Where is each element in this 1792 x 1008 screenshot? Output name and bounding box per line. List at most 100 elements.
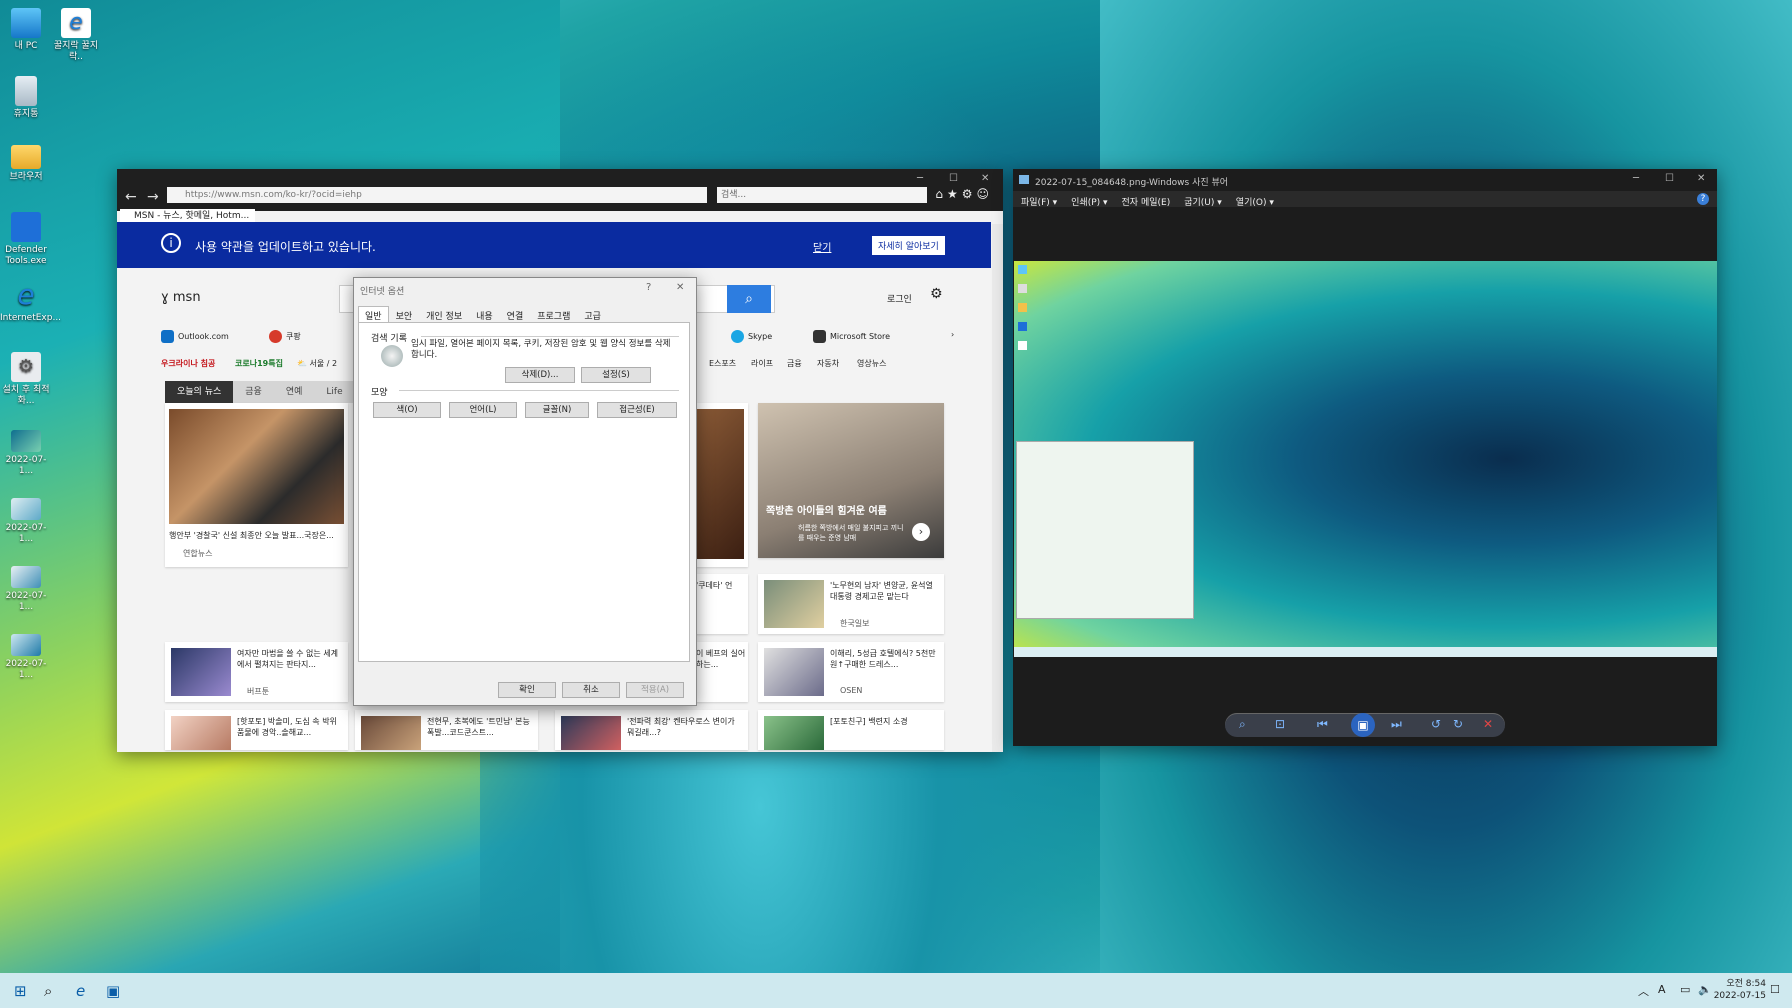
slideshow-icon[interactable]: ▣ — [1351, 713, 1375, 737]
minimize-button[interactable]: ─ — [917, 173, 923, 184]
languages-button[interactable]: 언어(L) — [449, 402, 517, 418]
scrollbar[interactable] — [992, 224, 1003, 752]
desktop-icon-recycle-bin[interactable]: 휴지통 — [0, 76, 52, 120]
shortcut-skype[interactable]: Skype — [731, 330, 772, 343]
chevron-right-icon[interactable]: › — [951, 330, 954, 339]
chevron-up-icon[interactable]: ︿ — [1638, 983, 1649, 999]
ok-button[interactable]: 확인 — [498, 682, 556, 698]
menu-email[interactable]: 전자 메일(E) — [1122, 195, 1171, 208]
search-icon[interactable]: ⌕ — [44, 982, 52, 1000]
apply-button[interactable]: 적용(A) — [626, 682, 684, 698]
delete-button[interactable]: 삭제(D)... — [505, 367, 575, 383]
close-button[interactable]: ✕ — [676, 282, 684, 293]
tab-finance[interactable]: 금융 — [233, 381, 274, 403]
menu-print[interactable]: 인쇄(P) ▾ — [1071, 195, 1107, 208]
minimize-button[interactable]: ─ — [1633, 173, 1639, 184]
cat-video[interactable]: 영상뉴스 — [857, 358, 886, 369]
actual-size-icon[interactable]: ⊡ — [1275, 717, 1285, 731]
previous-icon[interactable]: ⏮ — [1317, 717, 1328, 732]
news-card[interactable]: 여자만 마법을 쓸 수 없는 세계에서 펼쳐지는 판타지... 버프툰 — [165, 642, 348, 702]
news-card[interactable]: [핫포토] 박솔미, 도심 속 박위 품물에 경악..솔해교... — [165, 710, 348, 750]
toolbar-icons[interactable]: ⌂★⚙☺ — [935, 187, 993, 201]
news-card[interactable]: '노무현의 남자' 변양균, 윤석열 대통령 경제고문 맡는다 한국일보 — [758, 574, 944, 634]
cat-esports[interactable]: E스포츠 — [709, 358, 736, 369]
news-card[interactable] — [694, 403, 748, 567]
maximize-button[interactable]: ☐ — [1665, 173, 1674, 184]
shortcut-store[interactable]: Microsoft Store — [813, 330, 890, 343]
ie-icon[interactable]: e — [76, 982, 85, 1000]
notification-icon[interactable]: ☐ — [1770, 983, 1780, 996]
shortcut-coupang[interactable]: 쿠팡 — [269, 330, 301, 343]
rotate-left-icon[interactable]: ↺ — [1431, 717, 1441, 731]
notice-more-button[interactable]: 자세히 알아보기 — [872, 236, 945, 255]
help-icon[interactable]: ? — [1697, 193, 1709, 205]
cancel-button[interactable]: 취소 — [562, 682, 620, 698]
photo-viewer-icon[interactable]: ▣ — [106, 982, 120, 1000]
fonts-button[interactable]: 글꼴(N) — [525, 402, 589, 418]
maximize-button[interactable]: ☐ — [949, 173, 958, 184]
desktop-icon-browser-folder[interactable]: 브라우저 — [0, 145, 52, 183]
displayed-image — [1014, 261, 1717, 657]
desktop-icon-screenshot-1[interactable]: 2022-07-1... — [0, 430, 52, 477]
news-card[interactable]: 이 베프의 실어하는... — [694, 642, 748, 702]
login-link[interactable]: 로그인 — [887, 292, 912, 305]
cat-ukraine[interactable]: 우크라이나 침공 — [161, 358, 215, 369]
help-button[interactable]: ? — [646, 282, 651, 293]
news-title: 행안부 '경찰국' 신설 최종안 오늘 발표...국장은... — [169, 531, 334, 540]
news-source: 연합뉴스 — [183, 549, 213, 558]
close-button[interactable]: ✕ — [981, 173, 989, 184]
news-image — [694, 409, 744, 559]
desktop-icon-screenshot-3[interactable]: 2022-07-1... — [0, 566, 52, 613]
search-box[interactable]: 검색... — [717, 187, 927, 203]
start-icon[interactable]: ⊞ — [14, 982, 27, 1000]
settings-button[interactable]: 설정(S) — [581, 367, 651, 383]
back-icon[interactable]: ← — [125, 189, 137, 205]
menu-open[interactable]: 열기(O) ▾ — [1236, 195, 1274, 208]
msn-search-button[interactable]: ⌕ — [727, 285, 771, 313]
ad-card[interactable]: 쪽방촌 아이들의 힘겨운 여름 허름한 쪽방에서 매일 불지피고 끼니를 때우는… — [758, 403, 944, 558]
clock[interactable]: 오전 8:54 2022-07-15 — [1714, 978, 1766, 1002]
gear-icon[interactable]: ⚙ — [930, 286, 943, 302]
news-card[interactable]: 전현무, 초복에도 '트민남' 본능 폭발...코드쿤스트... — [355, 710, 538, 750]
close-button[interactable]: ✕ — [1697, 173, 1705, 184]
cat-auto[interactable]: 자동차 — [817, 358, 839, 369]
menu-burn[interactable]: 굽기(U) ▾ — [1184, 195, 1222, 208]
chevron-right-icon[interactable]: › — [912, 523, 930, 541]
network-icon[interactable]: ▭ — [1680, 983, 1690, 996]
next-icon[interactable]: ⏭ — [1391, 717, 1402, 732]
news-card[interactable]: '쿠데타' 언 — [694, 574, 748, 634]
colors-button[interactable]: 색(O) — [373, 402, 441, 418]
tab-today-news[interactable]: 오늘의 뉴스 — [165, 381, 234, 403]
desktop-icon-optimizer[interactable]: ⚙ 설치 후 최적화... — [0, 352, 52, 407]
desktop-icon-internet-explorer[interactable]: e InternetExp... — [0, 280, 61, 324]
menu-file[interactable]: 파일(F) ▾ — [1021, 195, 1057, 208]
forward-icon[interactable]: → — [147, 189, 159, 205]
desktop-icon-this-pc[interactable]: 내 PC — [0, 8, 52, 52]
desktop-icon-screenshot-2[interactable]: 2022-07-1... — [0, 498, 52, 545]
delete-icon[interactable]: ✕ — [1483, 717, 1493, 731]
news-card[interactable]: [포토친구] 백련지 소경 — [758, 710, 944, 750]
desktop-icon-shortcut[interactable]: e 꿀지락 꿀지락.. — [50, 8, 102, 63]
address-bar[interactable]: https://www.msn.com/ko-kr/?ocid=iehp — [167, 187, 707, 203]
accessibility-button[interactable]: 접근성(E) — [597, 402, 677, 418]
news-card[interactable]: 행안부 '경찰국' 신설 최종안 오늘 발표...국장은... 연합뉴스 — [165, 403, 348, 567]
ime-icon[interactable]: A — [1658, 983, 1666, 996]
news-card[interactable]: '전파력 최강' 켄타우로스 변이가 뭐길래...? — [555, 710, 748, 750]
shortcut-outlook[interactable]: Outlook.com — [161, 330, 229, 343]
news-tabs: 오늘의 뉴스 금융 연예 Life — [165, 381, 355, 403]
desktop-icon-defender-tools[interactable]: Defender Tools.exe — [0, 212, 52, 267]
cat-covid[interactable]: 코로나19특집 — [235, 358, 283, 369]
weather-seoul[interactable]: ⛅ 서울 / 2 — [297, 358, 337, 369]
cat-life[interactable]: 라이프 — [751, 358, 773, 369]
news-title: 이해리, 5성급 호텔에식? 5천만원↑구매한 드레스... — [830, 649, 936, 669]
news-source: 버프툰 — [247, 687, 270, 696]
cat-finance[interactable]: 금융 — [787, 358, 802, 369]
notice-close-link[interactable]: 닫기 — [813, 239, 831, 254]
tab-life[interactable]: Life — [314, 381, 355, 403]
news-card[interactable]: 이해리, 5성급 호텔에식? 5천만원↑구매한 드레스... OSEN — [758, 642, 944, 702]
desktop-icon-screenshot-4[interactable]: 2022-07-1... — [0, 634, 52, 681]
zoom-icon[interactable]: ⌕ — [1239, 717, 1246, 732]
rotate-right-icon[interactable]: ↻ — [1453, 717, 1463, 731]
speaker-icon[interactable]: 🔈 — [1698, 983, 1712, 996]
tab-entertainment[interactable]: 연예 — [273, 381, 315, 403]
